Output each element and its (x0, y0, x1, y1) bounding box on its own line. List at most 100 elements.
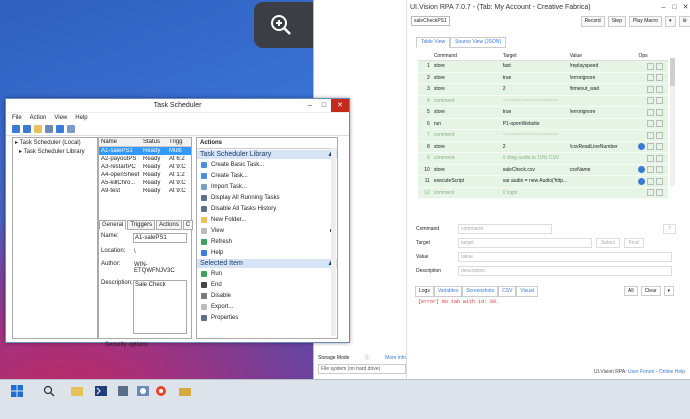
command-row[interactable]: 1 store fast !replayspeed (418, 61, 668, 73)
row-add-icon[interactable] (656, 120, 664, 128)
task-row[interactable]: A5-killChro... Ready At 9:C (99, 179, 191, 187)
menu-action[interactable]: Action (30, 115, 47, 121)
maximize-icon[interactable]: □ (317, 99, 331, 112)
action-item[interactable]: Create Task... (197, 170, 337, 181)
col-trigger[interactable]: Trigg (169, 139, 189, 145)
row-menu-icon[interactable] (647, 154, 655, 162)
selected-section-header[interactable]: Selected Item▲ (197, 259, 337, 268)
powershell-icon[interactable] (92, 384, 110, 398)
row-menu-icon[interactable] (647, 120, 655, 128)
row-menu-icon[interactable] (647, 62, 655, 70)
task-row[interactable]: A9-test Ready At 9:C (99, 187, 191, 195)
task-row[interactable]: A3-restartPC Ready At 9:C (99, 163, 191, 171)
help-icon[interactable] (56, 125, 64, 133)
minimize-icon[interactable]: – (303, 99, 317, 112)
record-button[interactable]: Record (580, 15, 605, 27)
tab-triggers[interactable]: Triggers (127, 220, 156, 230)
folder-icon[interactable] (34, 125, 42, 133)
command-row[interactable]: 8 store 2 !csvReadLineNumber (418, 141, 668, 153)
settings-icon[interactable]: ⚙ (678, 15, 690, 27)
task-row[interactable]: A4-openSheet Ready At 1:2 (99, 171, 191, 179)
server-manager-icon[interactable] (114, 384, 132, 398)
description-field[interactable]: Sale Check (133, 280, 187, 334)
name-field[interactable]: A1-salePS1 (133, 233, 187, 243)
command-row[interactable]: 4 comment ~~~~~~~~~~~~~~~~~~~ (418, 95, 668, 107)
command-row[interactable]: 5 store true !errorignore (418, 107, 668, 119)
tab-logs[interactable]: Logs (415, 286, 434, 297)
target-input[interactable]: target (458, 238, 592, 248)
log-filter-select[interactable]: All (624, 286, 638, 296)
close-icon[interactable]: ✕ (681, 3, 690, 12)
command-input[interactable]: command (458, 224, 552, 234)
menu-view[interactable]: View (54, 115, 67, 121)
action-item[interactable]: Help (197, 247, 337, 258)
info-icon[interactable]: ⓘ (365, 354, 370, 361)
row-add-icon[interactable] (656, 143, 664, 151)
command-help-button[interactable]: ? (663, 224, 676, 234)
properties-icon[interactable] (45, 125, 53, 133)
play-menu-icon[interactable]: ▾ (665, 15, 676, 27)
tab-table-view[interactable]: Table View (416, 37, 451, 48)
folder-icon[interactable] (176, 384, 194, 398)
browser-icon[interactable] (152, 384, 170, 398)
tab-screenshots[interactable]: Screenshots (462, 286, 499, 297)
description-input[interactable]: description (458, 266, 672, 276)
action-item[interactable]: Refresh (197, 236, 337, 247)
tab-conditions[interactable]: C (182, 220, 194, 230)
action-item[interactable]: Display All Running Tasks (197, 192, 337, 203)
selected-action-item[interactable]: Properties (197, 312, 337, 323)
selected-action-item[interactable]: Export... (197, 301, 337, 312)
more-info-link[interactable]: More info (385, 355, 406, 361)
minimize-icon[interactable]: – (659, 3, 668, 12)
row-add-icon[interactable] (656, 74, 664, 82)
maximize-icon[interactable]: □ (670, 3, 679, 12)
command-row[interactable]: 11 executeScript var audio = new Audio('ht… (418, 176, 668, 188)
row-add-icon[interactable] (656, 97, 664, 105)
action-item[interactable]: New Folder... (197, 214, 337, 225)
zoom-in-icon[interactable] (261, 5, 301, 45)
action-item[interactable]: Create Basic Task... (197, 159, 337, 170)
select-button[interactable]: Select (596, 238, 620, 248)
grid-scrollbar[interactable] (670, 58, 675, 186)
tab-general[interactable]: General (99, 220, 127, 230)
log-clear-button[interactable]: Clear (640, 286, 661, 296)
row-menu-icon[interactable] (647, 74, 655, 82)
breakpoint-icon[interactable] (638, 166, 646, 174)
tree-item-library[interactable]: ▸ Task Scheduler Library (13, 147, 97, 156)
tab-source-view[interactable]: Source View (JSON) (450, 37, 507, 48)
breakpoint-icon[interactable] (638, 143, 646, 151)
command-row[interactable]: 9 comment // drag audio to 10% CSV (418, 153, 668, 165)
row-menu-icon[interactable] (647, 166, 655, 174)
row-add-icon[interactable] (656, 177, 664, 185)
command-row[interactable]: 3 store 2 !timeout_wait (418, 84, 668, 96)
step-button[interactable]: Step (607, 15, 626, 27)
find-button[interactable]: Find (623, 238, 644, 248)
command-row[interactable]: 6 run P1-openWebsite (418, 118, 668, 130)
action-item[interactable]: Disable All Tasks History (197, 203, 337, 214)
selected-action-item[interactable]: Disable (197, 290, 337, 301)
row-add-icon[interactable] (656, 85, 664, 93)
tab-csv[interactable]: CSV (498, 286, 517, 297)
selected-action-item[interactable]: End (197, 279, 337, 290)
library-section-header[interactable]: Task Scheduler Library▲ (197, 150, 337, 159)
online-help-link[interactable]: Online Help (659, 369, 685, 375)
col-status[interactable]: Status (143, 139, 169, 145)
tab-actions[interactable]: Actions (156, 220, 182, 230)
row-menu-icon[interactable] (647, 97, 655, 105)
row-menu-icon[interactable] (647, 85, 655, 93)
forward-icon[interactable] (23, 125, 31, 133)
task-row[interactable]: A1-salePS1 Ready Multi (99, 147, 191, 155)
command-row[interactable]: 12 comment // login (418, 187, 668, 199)
breakpoint-icon[interactable] (638, 177, 646, 185)
task-scheduler-icon[interactable] (134, 384, 152, 398)
row-menu-icon[interactable] (647, 108, 655, 116)
row-menu-icon[interactable] (647, 143, 655, 151)
log-menu-icon[interactable]: ▾ (663, 286, 675, 296)
play-macro-button[interactable]: Play Macro (628, 15, 662, 27)
task-row[interactable]: A2-payoutPS Ready At 6:2 (99, 155, 191, 163)
back-icon[interactable] (12, 125, 20, 133)
row-menu-icon[interactable] (647, 177, 655, 185)
command-row[interactable]: 2 store true !errorignore (418, 72, 668, 84)
menu-help[interactable]: Help (75, 115, 87, 121)
console-icon[interactable] (67, 125, 75, 133)
